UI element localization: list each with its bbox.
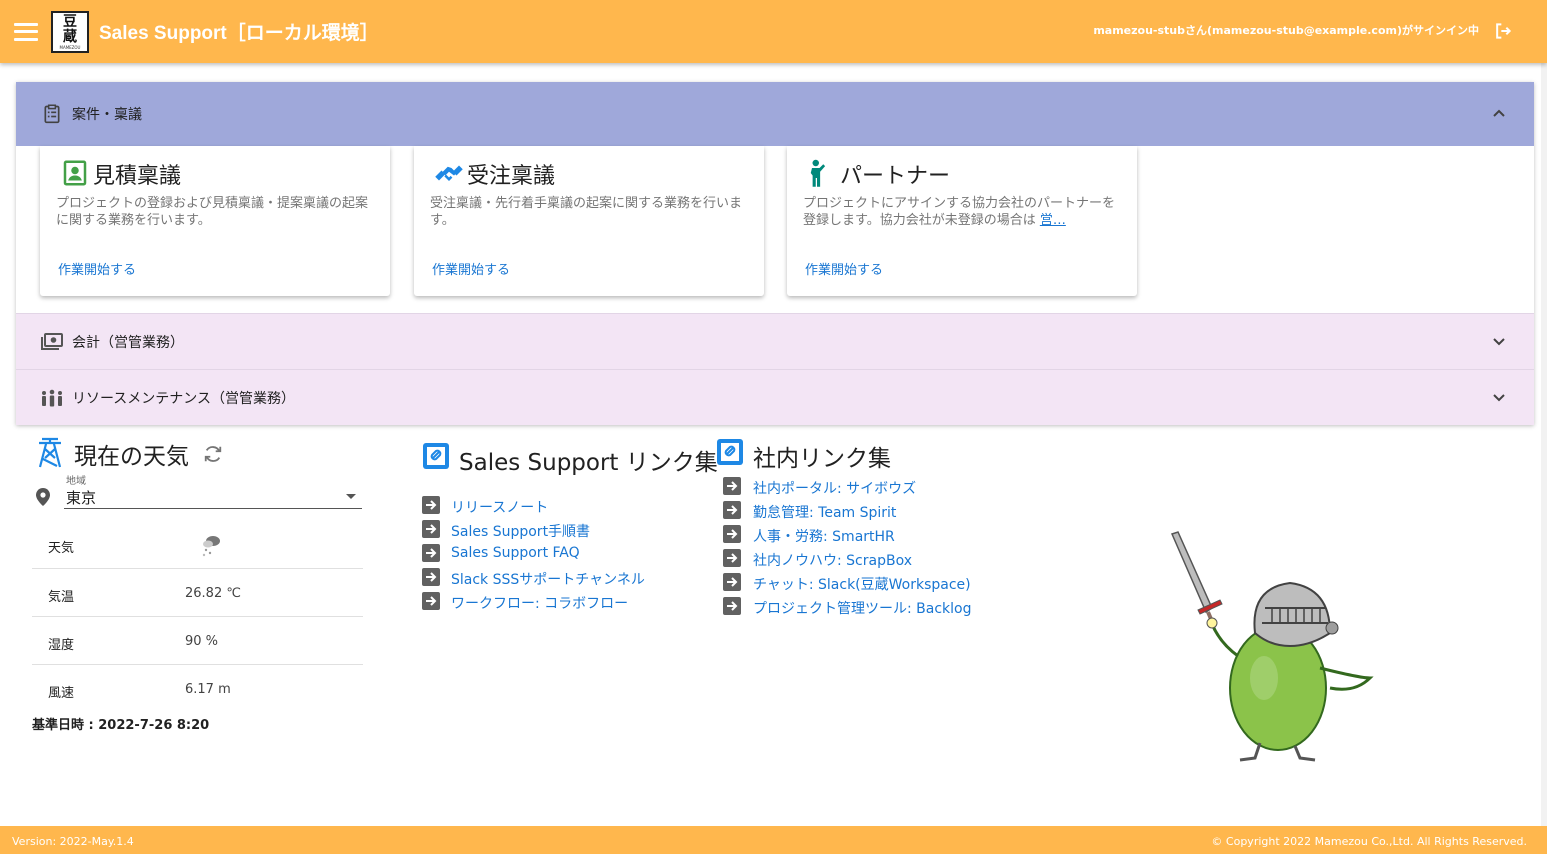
copyright-text: © Copyright 2022 Mamezou Co.,Ltd. All Ri… xyxy=(1211,835,1527,848)
link-text[interactable]: 勤怠管理: Team Spirit xyxy=(753,502,896,522)
arrow-right-icon xyxy=(422,568,440,586)
card-title: 見積稟議 xyxy=(93,164,182,189)
signin-status: mamezou-stubさん(mamezou-stub@example.com)… xyxy=(1093,24,1479,37)
chevron-down-icon[interactable] xyxy=(1492,337,1506,347)
person-icon xyxy=(810,159,826,187)
link-text[interactable]: 人事・労務: SmartHR xyxy=(753,526,895,546)
link-text[interactable]: ワークフロー: コラボフロー xyxy=(451,593,628,613)
panel-header-kaikei[interactable]: 会計（営管業務） xyxy=(16,313,1534,369)
link-text[interactable]: 社内ノウハウ: ScrapBox xyxy=(753,550,912,570)
weather-key: 天気 xyxy=(48,541,75,556)
weather-row: 気温 26.82 ℃ xyxy=(32,569,363,617)
version-text: Version: 2022-May.1.4 xyxy=(12,835,134,848)
links-title: 社内リンク集 xyxy=(753,446,891,472)
weather-row: 天気 xyxy=(32,520,363,569)
app-bar: 豆 蔵 MAMEZOU Sales Support［ローカル環境］ mamezo… xyxy=(0,0,1547,63)
card-mitsumori: 見積稟議 プロジェクトの登録および見積稟議・提案稟議の起案に関する業務を行います… xyxy=(40,146,390,296)
mascot-knight-illustration xyxy=(1170,531,1374,762)
cloudy-snow-icon xyxy=(202,536,220,557)
chevron-up-icon[interactable] xyxy=(1492,108,1506,118)
start-work-button[interactable]: 作業開始する xyxy=(805,259,883,278)
panel-header-resource[interactable]: リソースメンテナンス（営管業務） xyxy=(16,369,1534,425)
region-select[interactable]: 東京 xyxy=(64,485,362,509)
handshake-icon xyxy=(435,165,463,182)
card-title: パートナー xyxy=(840,164,951,189)
weather-timestamp: 基準日時 : 2022-7-26 8:20 xyxy=(32,718,210,733)
arrow-right-icon xyxy=(723,477,741,495)
weather-value: 26.82 ℃ xyxy=(185,586,241,601)
work-menu-accordion: 案件・稟議 見積稟議 プロジェクトの登録および見積稟議・提案稟議の起案に関する業… xyxy=(16,82,1534,425)
arrow-right-icon xyxy=(723,501,741,519)
arrow-right-icon xyxy=(422,520,440,538)
dropdown-arrow-icon xyxy=(346,494,356,499)
card-partner: パートナー プロジェクトにアサインする協力会社のパートナーを登録します。協力会社… xyxy=(787,146,1137,296)
arrow-right-icon xyxy=(422,592,440,610)
link-text[interactable]: Slack SSSサポートチャンネル xyxy=(451,569,645,589)
arrow-right-icon xyxy=(723,525,741,543)
start-work-button[interactable]: 作業開始する xyxy=(432,259,510,278)
link-icon xyxy=(423,443,449,469)
weather-widget: 現在の天気 地域 東京 天気 気温 26.82 ℃ 湿度 90 % 風速 6.1… xyxy=(32,435,363,733)
links-title: Sales Support リンク集 xyxy=(459,450,718,476)
link-text[interactable]: チャット: Slack(豆蔵Workspace) xyxy=(753,574,971,594)
panel-header-anken[interactable]: 案件・稟議 xyxy=(16,82,1534,146)
location-pin-icon xyxy=(36,488,50,506)
arrow-right-icon xyxy=(723,597,741,615)
arrow-right-icon xyxy=(723,573,741,591)
logo-text-top: 豆 xyxy=(63,13,77,30)
refresh-icon[interactable] xyxy=(202,444,224,464)
card-title: 受注稟議 xyxy=(467,164,556,189)
contact-icon xyxy=(63,160,87,186)
weather-key: 気温 xyxy=(48,590,75,605)
clipboard-icon xyxy=(44,104,60,124)
card-description: 受注稟議・先行着手稟議の起案に関する業務を行います。 xyxy=(430,196,743,228)
logo-subtext: MAMEZOU xyxy=(59,44,81,50)
weather-table: 天気 気温 26.82 ℃ 湿度 90 % 風速 6.17 m xyxy=(32,520,363,713)
logout-icon[interactable] xyxy=(1492,21,1514,41)
panel-title: リソースメンテナンス（営管業務） xyxy=(72,390,296,407)
panel-title: 会計（営管業務） xyxy=(72,334,184,351)
weather-row: 湿度 90 % xyxy=(32,617,363,665)
region-field: 地域 東京 xyxy=(32,471,363,509)
eikan-link[interactable]: 営… xyxy=(1040,213,1066,228)
tower-icon xyxy=(38,437,62,468)
weather-header: 現在の天気 xyxy=(32,435,363,471)
weather-key: 湿度 xyxy=(48,638,75,653)
menu-icon[interactable] xyxy=(14,22,38,41)
footer: Version: 2022-May.1.4 © Copyright 2022 M… xyxy=(0,826,1547,854)
link-text[interactable]: プロジェクト管理ツール: Backlog xyxy=(753,598,972,618)
arrow-right-icon xyxy=(723,549,741,567)
weather-value: 6.17 m xyxy=(185,682,231,697)
link-text[interactable]: リリースノート xyxy=(451,497,548,517)
arrow-right-icon xyxy=(422,496,440,514)
card-description: プロジェクトにアサインする協力会社のパートナーを登録します。協力会社が未登録の場… xyxy=(803,195,1121,229)
people-icon xyxy=(42,389,62,406)
weather-value: 90 % xyxy=(185,634,219,649)
card-description: プロジェクトの登録および見積稟議・提案稟議の起案に関する業務を行います。 xyxy=(56,196,369,228)
money-icon xyxy=(41,332,63,350)
link-text[interactable]: Sales Support手順書 xyxy=(451,521,590,541)
chevron-down-icon[interactable] xyxy=(1492,393,1506,403)
card-juchu: 受注稟議 受注稟議・先行着手稟議の起案に関する業務を行います。 作業開始する xyxy=(414,146,764,296)
panel-title: 案件・稟議 xyxy=(72,107,142,123)
card-description-text: プロジェクトにアサインする協力会社のパートナーを登録します。協力会社が未登録の場… xyxy=(803,196,1116,228)
weather-row: 風速 6.17 m xyxy=(32,665,363,713)
company-logo: 豆 蔵 MAMEZOU xyxy=(51,10,89,53)
arrow-right-icon xyxy=(422,544,440,562)
start-work-button[interactable]: 作業開始する xyxy=(58,259,136,278)
weather-key: 風速 xyxy=(48,686,75,701)
region-value: 東京 xyxy=(66,489,97,507)
link-text[interactable]: 社内ポータル: サイボウズ xyxy=(753,478,916,498)
scrollbar-track[interactable] xyxy=(1541,63,1547,826)
logo-text-bottom: 蔵 xyxy=(63,28,77,45)
link-icon xyxy=(717,439,743,465)
panel-body-anken: 見積稟議 プロジェクトの登録および見積稟議・提案稟議の起案に関する業務を行います… xyxy=(16,146,1534,313)
app-title: Sales Support［ローカル環境］ xyxy=(99,23,379,44)
weather-title: 現在の天気 xyxy=(74,444,189,470)
link-text[interactable]: Sales Support FAQ xyxy=(451,545,580,561)
